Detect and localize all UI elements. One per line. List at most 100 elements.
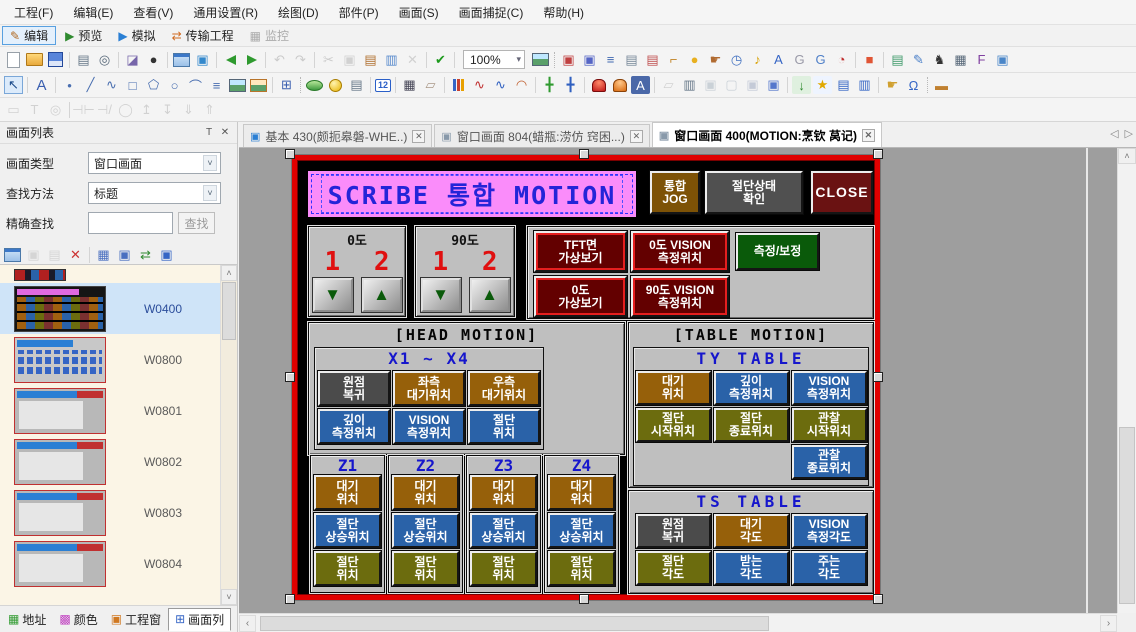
z3-cut-position-button[interactable]: 절단위치	[470, 551, 537, 586]
vertical-scrollbar[interactable]: ˄	[1117, 148, 1136, 613]
dot-tool-icon[interactable]: •	[60, 76, 79, 94]
counter-deg0-down-button[interactable]: ▼	[313, 278, 353, 312]
menu-draw[interactable]: 绘图(D)	[268, 0, 329, 25]
counter-deg90-up-button[interactable]: ▲	[470, 278, 510, 312]
z3-cut-rise-position-button[interactable]: 절단상승위치	[470, 513, 537, 548]
next-screen-icon[interactable]	[242, 51, 261, 69]
canvas-workspace[interactable]: SCRIBE 통합 MOTION [HEAD MOTION] X1 ~ X4 원…	[239, 148, 1117, 613]
security-setting-icon[interactable]: ●	[685, 51, 704, 69]
polyline-tool-icon[interactable]: ∿	[102, 76, 121, 94]
film-library-icon[interactable]: ▦	[951, 51, 970, 69]
error-check-icon[interactable]: ✔	[431, 51, 450, 69]
comment-edit-icon[interactable]: ✎	[909, 51, 928, 69]
ts-origin-return-button[interactable]: 원점복귀	[636, 514, 711, 548]
selection-handle[interactable]	[873, 594, 883, 604]
measure-correct-button[interactable]: 측정/보정	[736, 233, 819, 270]
selection-handle[interactable]	[285, 594, 295, 604]
text-tool-icon[interactable]: A	[32, 76, 51, 94]
print-icon[interactable]: ▤	[74, 51, 93, 69]
ty-observe-end-position-button[interactable]: 관찰종료위치	[792, 445, 867, 479]
trend-graph-part-icon[interactable]: ∿	[491, 76, 510, 94]
tab-scroll-left-icon[interactable]: ◁	[1110, 127, 1118, 140]
tab-close-icon[interactable]: ✕	[862, 129, 875, 142]
scroll-down-icon[interactable]: ˅	[221, 589, 237, 605]
z2-cut-position-button[interactable]: 절단위치	[392, 551, 459, 586]
simulate-mode[interactable]: ▶模拟	[111, 26, 162, 45]
transfer-project-mode[interactable]: ⇄传输工程	[165, 26, 241, 45]
word-comment-part-icon[interactable]: ▤	[347, 76, 366, 94]
menu-project[interactable]: 工程(F)	[4, 0, 63, 25]
sound-setting-icon[interactable]: ♪	[748, 51, 767, 69]
font-manager-icon[interactable]: F	[972, 51, 991, 69]
time-action-icon[interactable]: ◷	[727, 51, 746, 69]
table-tool-icon[interactable]: ⊞	[277, 76, 296, 94]
close-icon[interactable]: ✕	[217, 126, 233, 140]
scale-tool-icon[interactable]: ≡	[207, 76, 226, 94]
tab-close-icon[interactable]: ✕	[630, 130, 643, 143]
search-method-select[interactable]: 标题 ˅	[88, 182, 221, 204]
scroll-right-icon[interactable]: ›	[1100, 615, 1117, 632]
bar-graph-part-icon[interactable]	[449, 76, 468, 94]
screen-type-select[interactable]: 窗口画面 ˅	[88, 152, 221, 174]
horizontal-scrollbar[interactable]: ‹ ›	[239, 613, 1117, 632]
ts-cut-angle-button[interactable]: 절단각도	[636, 551, 711, 585]
previous-screen-icon[interactable]	[221, 51, 240, 69]
alarm-part-icon[interactable]	[589, 76, 608, 94]
save-project-icon[interactable]	[46, 51, 65, 69]
close-button[interactable]: CLOSE	[811, 171, 873, 214]
scroll-up-icon[interactable]: ˄	[1118, 148, 1136, 164]
button-part-icon[interactable]	[305, 76, 324, 94]
z1-cut-rise-position-button[interactable]: 절단상승위치	[314, 513, 381, 548]
counter-deg0-up-button[interactable]: ▲	[362, 278, 402, 312]
touch-condition-icon[interactable]: ☛	[706, 51, 725, 69]
line-graph-part-icon[interactable]: ∿	[470, 76, 489, 94]
edit-mode[interactable]: ✎编辑	[2, 26, 56, 45]
favorite-part-icon[interactable]: ★	[813, 76, 832, 94]
head-depth-measure-position-button[interactable]: 깊이측정위치	[318, 409, 390, 444]
screen-tab-1[interactable]: ▣窗口画面 804(蜡瓶:涝仿 窍困...)✕	[434, 124, 649, 147]
menu-screen-capture[interactable]: 画面捕捉(C)	[449, 0, 534, 25]
menu-screen[interactable]: 画面(S)	[389, 0, 449, 25]
slider-part-icon[interactable]: ╋	[540, 76, 559, 94]
scroll-left-icon[interactable]: ‹	[239, 615, 256, 632]
csv-import-icon[interactable]: ▤	[622, 51, 641, 69]
image-tool-icon[interactable]	[228, 76, 247, 94]
screen-capture-icon[interactable]: ●	[144, 51, 163, 69]
multimedia-icon[interactable]: ▣	[993, 51, 1012, 69]
list-part-icon[interactable]: ▤	[834, 76, 853, 94]
grid-part-icon[interactable]: ▦	[400, 76, 419, 94]
head-right-wait-position-button[interactable]: 우측대기위치	[468, 371, 540, 406]
recipe-part-icon[interactable]: ▥	[680, 76, 699, 94]
list-item-w0400[interactable]: W0400	[0, 283, 220, 334]
selection-handle[interactable]	[285, 149, 295, 159]
zoom-select[interactable]: 100%▾	[463, 50, 525, 69]
z2-cut-rise-position-button[interactable]: 절단상승위치	[392, 513, 459, 548]
screen-image-icon[interactable]	[531, 51, 550, 69]
screen-tab-0[interactable]: ▣基本 430(颇扼皋磐-WHE..)✕	[243, 124, 432, 147]
paste-icon[interactable]: ▤	[361, 51, 380, 69]
time-schedule-icon[interactable]: ◔	[832, 51, 851, 69]
brick-part-icon[interactable]: ▬	[932, 76, 951, 94]
scroll-up-icon[interactable]: ˄	[221, 265, 237, 281]
z2-wait-position-button[interactable]: 대기위치	[392, 475, 459, 510]
date-part-icon[interactable]: 12	[375, 79, 391, 92]
copy-screen-icon[interactable]: ▣	[193, 51, 212, 69]
paste-special-icon[interactable]: ▥	[382, 51, 401, 69]
head-left-wait-position-button[interactable]: 좌측대기위치	[393, 371, 465, 406]
detail-list-part-icon[interactable]: ▥	[855, 76, 874, 94]
z4-cut-rise-position-button[interactable]: 절단상승위치	[548, 513, 615, 548]
list-item-w0800[interactable]: W0800	[0, 334, 220, 385]
device-list-icon[interactable]: ≡	[601, 51, 620, 69]
ts-give-angle-button[interactable]: 주는각도	[792, 551, 867, 585]
ts-vision-measure-angle-button[interactable]: VISION측정각도	[792, 514, 867, 548]
z4-wait-position-button[interactable]: 대기위치	[548, 475, 615, 510]
screen-color-icon[interactable]: ■	[860, 51, 879, 69]
z1-cut-position-button[interactable]: 절단위치	[314, 551, 381, 586]
network-screen-icon[interactable]: ▣	[157, 246, 176, 264]
move-part-icon[interactable]: ╋	[561, 76, 580, 94]
preview-mode[interactable]: ▶预览	[58, 26, 109, 45]
ts-receive-angle-button[interactable]: 받는각도	[714, 551, 789, 585]
bottom-tab-project-window[interactable]: ▣工程窗	[105, 608, 167, 631]
image-import-tool-icon[interactable]	[249, 76, 268, 94]
import-object-part-icon[interactable]: ↓	[792, 76, 811, 94]
